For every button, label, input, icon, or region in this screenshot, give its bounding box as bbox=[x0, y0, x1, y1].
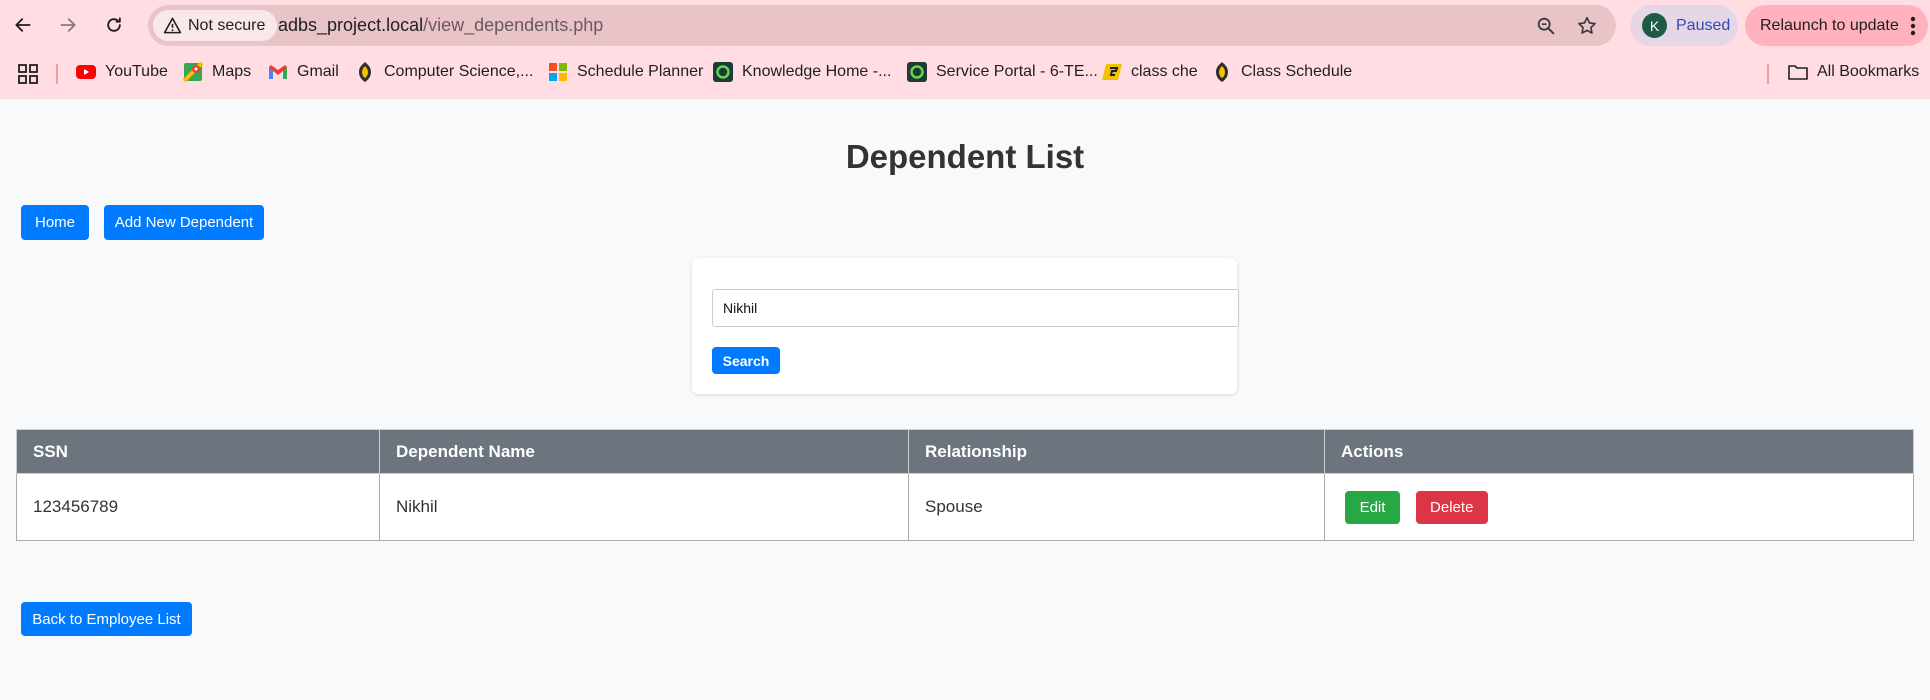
profile-button[interactable]: K Paused bbox=[1630, 5, 1738, 46]
warning-icon bbox=[163, 17, 182, 34]
reload-icon bbox=[107, 17, 121, 32]
more-vert-icon[interactable] bbox=[1910, 16, 1916, 36]
gmail-icon bbox=[268, 62, 288, 82]
search-button[interactable]: Search bbox=[712, 347, 780, 374]
servicenow-icon bbox=[907, 62, 927, 82]
youtube-icon bbox=[76, 62, 96, 82]
bookmark-computer-science[interactable]: Computer Science,... bbox=[355, 62, 533, 82]
apps-grid-icon bbox=[18, 64, 38, 84]
folder-icon bbox=[1788, 62, 1808, 82]
bookmark-label: Schedule Planner bbox=[577, 63, 704, 80]
address-bar[interactable]: Not secure adbs_project.local/view_depen… bbox=[148, 5, 1616, 46]
bookmark-schedule-planner[interactable]: Schedule Planner bbox=[548, 62, 703, 82]
bookmark-label: Computer Science,... bbox=[384, 63, 534, 80]
edit-button[interactable]: Edit bbox=[1345, 490, 1400, 524]
arrow-right-icon bbox=[60, 18, 76, 32]
bookmark-service-portal[interactable]: Service Portal - 6-TE... bbox=[907, 62, 1098, 82]
column-header-actions: Actions bbox=[1324, 429, 1914, 474]
bookmarks-bar: YouTube Maps Gmail Computer Science,... … bbox=[0, 50, 1930, 99]
relaunch-button[interactable]: Relaunch to update bbox=[1745, 5, 1928, 46]
actions-cell: Edit Delete bbox=[1324, 473, 1914, 541]
delete-button[interactable]: Delete bbox=[1415, 490, 1488, 524]
bookmark-youtube[interactable]: YouTube bbox=[76, 62, 168, 82]
back-nav-button[interactable] bbox=[8, 10, 38, 40]
relaunch-label: Relaunch to update bbox=[1760, 16, 1899, 34]
forward-nav-button[interactable] bbox=[53, 10, 83, 40]
browser-toolbar: Not secure adbs_project.local/view_depen… bbox=[0, 0, 1930, 50]
bookmark-class-schedule[interactable]: Class Schedule bbox=[1212, 62, 1352, 82]
dependent-name-cell: Nikhil bbox=[379, 473, 909, 541]
home-button[interactable]: Home bbox=[21, 205, 89, 240]
bookmark-label: Knowledge Home -... bbox=[742, 63, 892, 80]
url-host: adbs_project.local bbox=[278, 15, 424, 35]
reload-button[interactable] bbox=[99, 10, 129, 40]
dependents-table: SSN Dependent Name Relationship Actions … bbox=[16, 429, 1914, 541]
ssn-cell: 123456789 bbox=[16, 473, 380, 541]
column-header-ssn: SSN bbox=[16, 429, 380, 474]
all-bookmarks-button[interactable]: All Bookmarks bbox=[1788, 62, 1919, 82]
url-path: /view_dependents.php bbox=[423, 15, 604, 35]
url-text[interactable]: adbs_project.local/view_dependents.php bbox=[278, 15, 603, 36]
zoom-icon[interactable] bbox=[1535, 15, 1557, 37]
column-header-relationship: Relationship bbox=[908, 429, 1325, 474]
table-row: 123456789 Nikhil Spouse Edit Delete bbox=[16, 473, 1914, 541]
bookmark-label: Maps bbox=[212, 63, 252, 80]
school-icon bbox=[355, 62, 375, 82]
bookmark-gmail[interactable]: Gmail bbox=[268, 62, 339, 82]
bookmark-label: Gmail bbox=[297, 63, 339, 80]
windows-icon bbox=[548, 62, 568, 82]
bookmark-knowledge-home[interactable]: Knowledge Home -... bbox=[713, 62, 891, 82]
back-to-employee-list-button[interactable]: Back to Employee List bbox=[21, 602, 192, 636]
bookmark-label: Class Schedule bbox=[1241, 63, 1353, 80]
apps-button[interactable] bbox=[18, 64, 38, 84]
relationship-cell: Spouse bbox=[908, 473, 1325, 541]
star-icon[interactable] bbox=[1576, 15, 1598, 37]
all-bookmarks-label: All Bookmarks bbox=[1817, 63, 1920, 80]
bookmark-label: YouTube bbox=[105, 63, 168, 80]
page-title: Dependent List bbox=[845, 138, 1085, 175]
avatar: K bbox=[1642, 13, 1667, 38]
bookmarks-divider bbox=[1767, 64, 1769, 84]
profile-status: Paused bbox=[1676, 16, 1731, 34]
security-label: Not secure bbox=[188, 16, 266, 34]
class-icon bbox=[1102, 62, 1122, 82]
bookmark-label: Service Portal - 6-TE... bbox=[936, 63, 1098, 80]
add-new-dependent-button[interactable]: Add New Dependent bbox=[104, 205, 264, 240]
bookmark-maps[interactable]: Maps bbox=[183, 62, 251, 82]
school-icon bbox=[1212, 62, 1232, 82]
search-form: Search bbox=[692, 258, 1239, 394]
arrow-left-icon bbox=[15, 18, 31, 32]
bookmarks-divider bbox=[56, 64, 58, 84]
maps-icon bbox=[183, 62, 203, 82]
bookmark-label: class che bbox=[1131, 63, 1198, 80]
table-header-row: SSN Dependent Name Relationship Actions bbox=[16, 429, 1914, 474]
servicenow-icon bbox=[713, 62, 733, 82]
search-input[interactable] bbox=[712, 289, 1239, 327]
security-chip[interactable]: Not secure bbox=[153, 10, 278, 41]
column-header-dependent-name: Dependent Name bbox=[379, 429, 909, 474]
bookmark-class-che[interactable]: class che bbox=[1102, 62, 1198, 82]
